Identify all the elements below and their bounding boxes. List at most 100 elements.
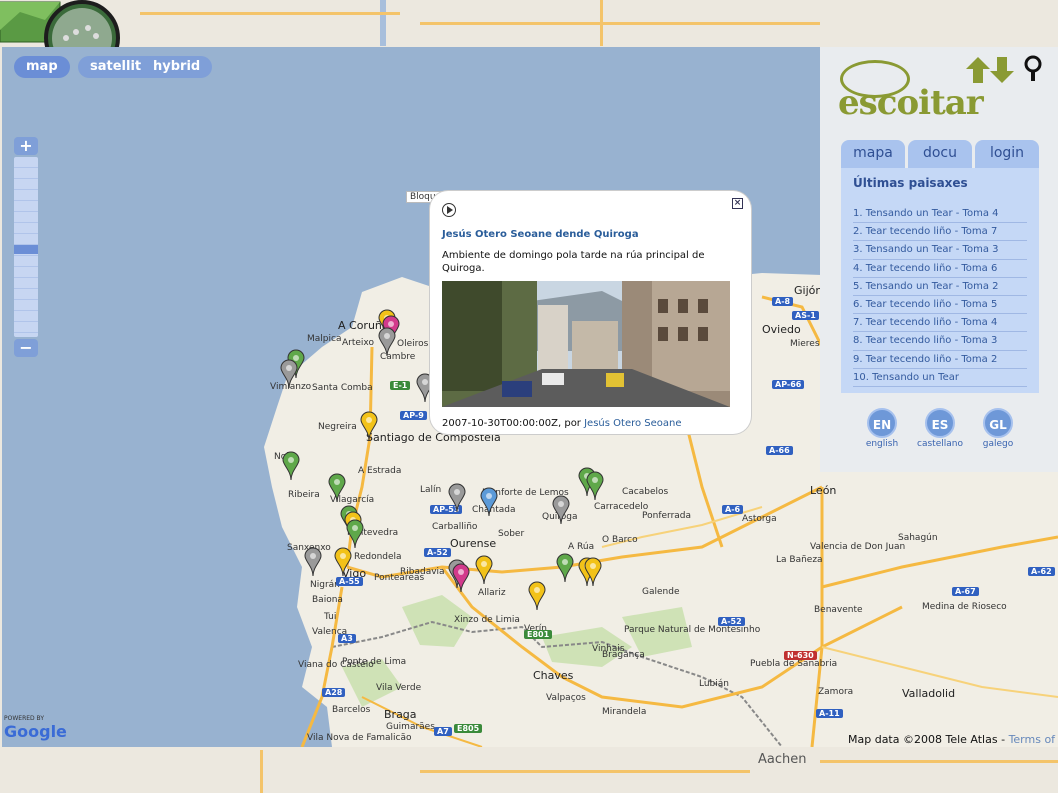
- map-marker-icon[interactable]: [304, 547, 322, 577]
- place-label: Mieres: [790, 339, 820, 349]
- map-marker-icon[interactable]: [346, 519, 364, 549]
- highway-shield: N-630: [784, 651, 817, 660]
- tab-login[interactable]: login: [975, 140, 1039, 170]
- map-marker-icon[interactable]: [586, 471, 604, 501]
- place-label: Carballiño: [432, 522, 478, 532]
- map-marker-icon[interactable]: [475, 555, 493, 585]
- zoom-slider-track[interactable]: [14, 157, 38, 337]
- panel-title: Últimas paisaxes: [853, 176, 968, 190]
- place-label: Guimarães: [386, 722, 435, 732]
- map-marker-icon[interactable]: [480, 487, 498, 517]
- place-label: León: [810, 484, 837, 497]
- map-type-map-button[interactable]: map: [14, 56, 70, 78]
- place-label: Negreira: [318, 422, 357, 432]
- map-marker-icon[interactable]: [552, 495, 570, 525]
- terms-of-use-link[interactable]: Terms of Use: [1009, 733, 1058, 746]
- map-marker-icon[interactable]: [452, 563, 470, 593]
- map-marker-icon[interactable]: [282, 451, 300, 481]
- language-gl-icon: GL: [983, 408, 1013, 438]
- highway-shield: AP-66: [772, 380, 805, 389]
- highway-shield: AP-9: [400, 411, 427, 420]
- place-label: La Bañeza: [776, 555, 823, 565]
- list-item[interactable]: 9. Tear tecendo liño - Toma 2: [853, 351, 1027, 369]
- place-label: Ourense: [450, 537, 497, 550]
- list-item[interactable]: 7. Tear tecendo liño - Toma 4: [853, 314, 1027, 333]
- map-marker-icon[interactable]: [360, 411, 378, 441]
- place-label: Arteixo: [342, 338, 374, 348]
- road: [420, 22, 820, 25]
- highway-shield: A-66: [766, 446, 793, 455]
- place-label: Oviedo: [762, 323, 801, 336]
- language-galego-button[interactable]: GL galego: [968, 408, 1028, 449]
- map-data-text: Map data ©2008 Tele Atlas -: [848, 733, 1009, 746]
- place-label: Ribeira: [288, 490, 320, 500]
- list-item[interactable]: 2. Tear tecendo liño - Toma 7: [853, 223, 1027, 242]
- place-label: Mirandela: [602, 707, 647, 717]
- zoom-in-button[interactable]: +: [14, 137, 38, 155]
- list-item[interactable]: 6. Tear tecendo liño - Toma 5: [853, 296, 1027, 315]
- play-icon[interactable]: [442, 203, 456, 217]
- map-marker-icon[interactable]: [556, 553, 574, 583]
- list-item[interactable]: 10. Tensando un Tear: [853, 369, 1027, 387]
- map-marker-icon[interactable]: [280, 359, 298, 389]
- language-label: galego: [982, 439, 1014, 449]
- place-label: Santa Comba: [312, 383, 373, 393]
- place-label: Sober: [498, 529, 525, 539]
- place-label: Ponferrada: [642, 511, 692, 521]
- list-item[interactable]: 5. Tensando un Tear - Toma 2: [853, 278, 1027, 296]
- brand-logo[interactable]: escoitar: [838, 83, 984, 123]
- list-item[interactable]: 4. Tear tecendo liño - Toma 6: [853, 260, 1027, 278]
- highway-shield: A3: [338, 634, 356, 643]
- map-marker-icon[interactable]: [378, 327, 396, 357]
- map-marker-icon[interactable]: [528, 581, 546, 611]
- language-english-button[interactable]: EN english: [852, 408, 912, 449]
- road: [260, 750, 263, 793]
- zoom-slider-thumb[interactable]: [14, 245, 38, 254]
- highway-shield: E-1: [390, 381, 411, 390]
- place-label: Allariz: [478, 588, 506, 598]
- place-label: Barcelos: [332, 705, 371, 715]
- zoom-out-button[interactable]: −: [14, 339, 38, 357]
- place-label: Oleiros: [397, 339, 429, 349]
- place-label: Carracedelo: [594, 502, 649, 512]
- language-en-icon: EN: [867, 408, 897, 438]
- language-es-icon: ES: [925, 408, 955, 438]
- place-label: Valencia de Don Juan: [810, 542, 906, 552]
- street-photo: [442, 281, 730, 407]
- list-item[interactable]: 8. Tear tecendo liño - Toma 3: [853, 332, 1027, 351]
- place-label: Valpaços: [546, 693, 586, 703]
- list-item[interactable]: 3. Tensando un Tear - Toma 3: [853, 241, 1027, 260]
- place-label: Puebla de Sanabria: [750, 659, 838, 669]
- highway-shield: A-55: [336, 577, 363, 586]
- tab-docu[interactable]: docu: [908, 140, 972, 170]
- up-down-arrows-icon[interactable]: [966, 57, 1016, 83]
- map-marker-icon[interactable]: [328, 473, 346, 503]
- highway-shield: E801: [524, 630, 553, 639]
- place-label: Sahagún: [898, 533, 938, 543]
- sidebar: escoitar mapa docu login Últimas paisaxe…: [820, 47, 1058, 472]
- google-logo: POWERED BY Google: [4, 715, 67, 741]
- list-item[interactable]: 1. Tensando un Tear - Toma 4: [853, 205, 1027, 224]
- highway-shield: A28: [322, 688, 346, 697]
- bubble-title[interactable]: Jesús Otero Seoane dende Quiroga: [442, 229, 639, 240]
- place-label: Vila Verde: [376, 683, 422, 693]
- map-marker-icon[interactable]: [448, 483, 466, 513]
- place-label: Zamora: [818, 687, 854, 697]
- place-label: Malpica: [307, 334, 342, 344]
- place-label: Ponte de Lima: [342, 657, 407, 667]
- tab-mapa[interactable]: mapa: [841, 140, 905, 170]
- close-icon[interactable]: ×: [732, 198, 743, 209]
- city-label-aachen: Aachen: [758, 752, 807, 767]
- road: [820, 760, 1058, 763]
- language-castellano-button[interactable]: ES castellano: [910, 408, 970, 449]
- map-marker-icon[interactable]: [584, 557, 602, 587]
- search-icon[interactable]: [1022, 55, 1044, 81]
- place-label: Galende: [642, 587, 680, 597]
- globe-logo: [0, 0, 130, 76]
- author-link[interactable]: Jesús Otero Seoane: [584, 418, 681, 429]
- place-label: Vinhais: [592, 644, 625, 654]
- map-marker-icon[interactable]: [334, 547, 352, 577]
- map-type-hybrid-button[interactable]: hybrid: [141, 56, 213, 78]
- road: [140, 12, 400, 15]
- google-wordmark: Google: [4, 722, 67, 741]
